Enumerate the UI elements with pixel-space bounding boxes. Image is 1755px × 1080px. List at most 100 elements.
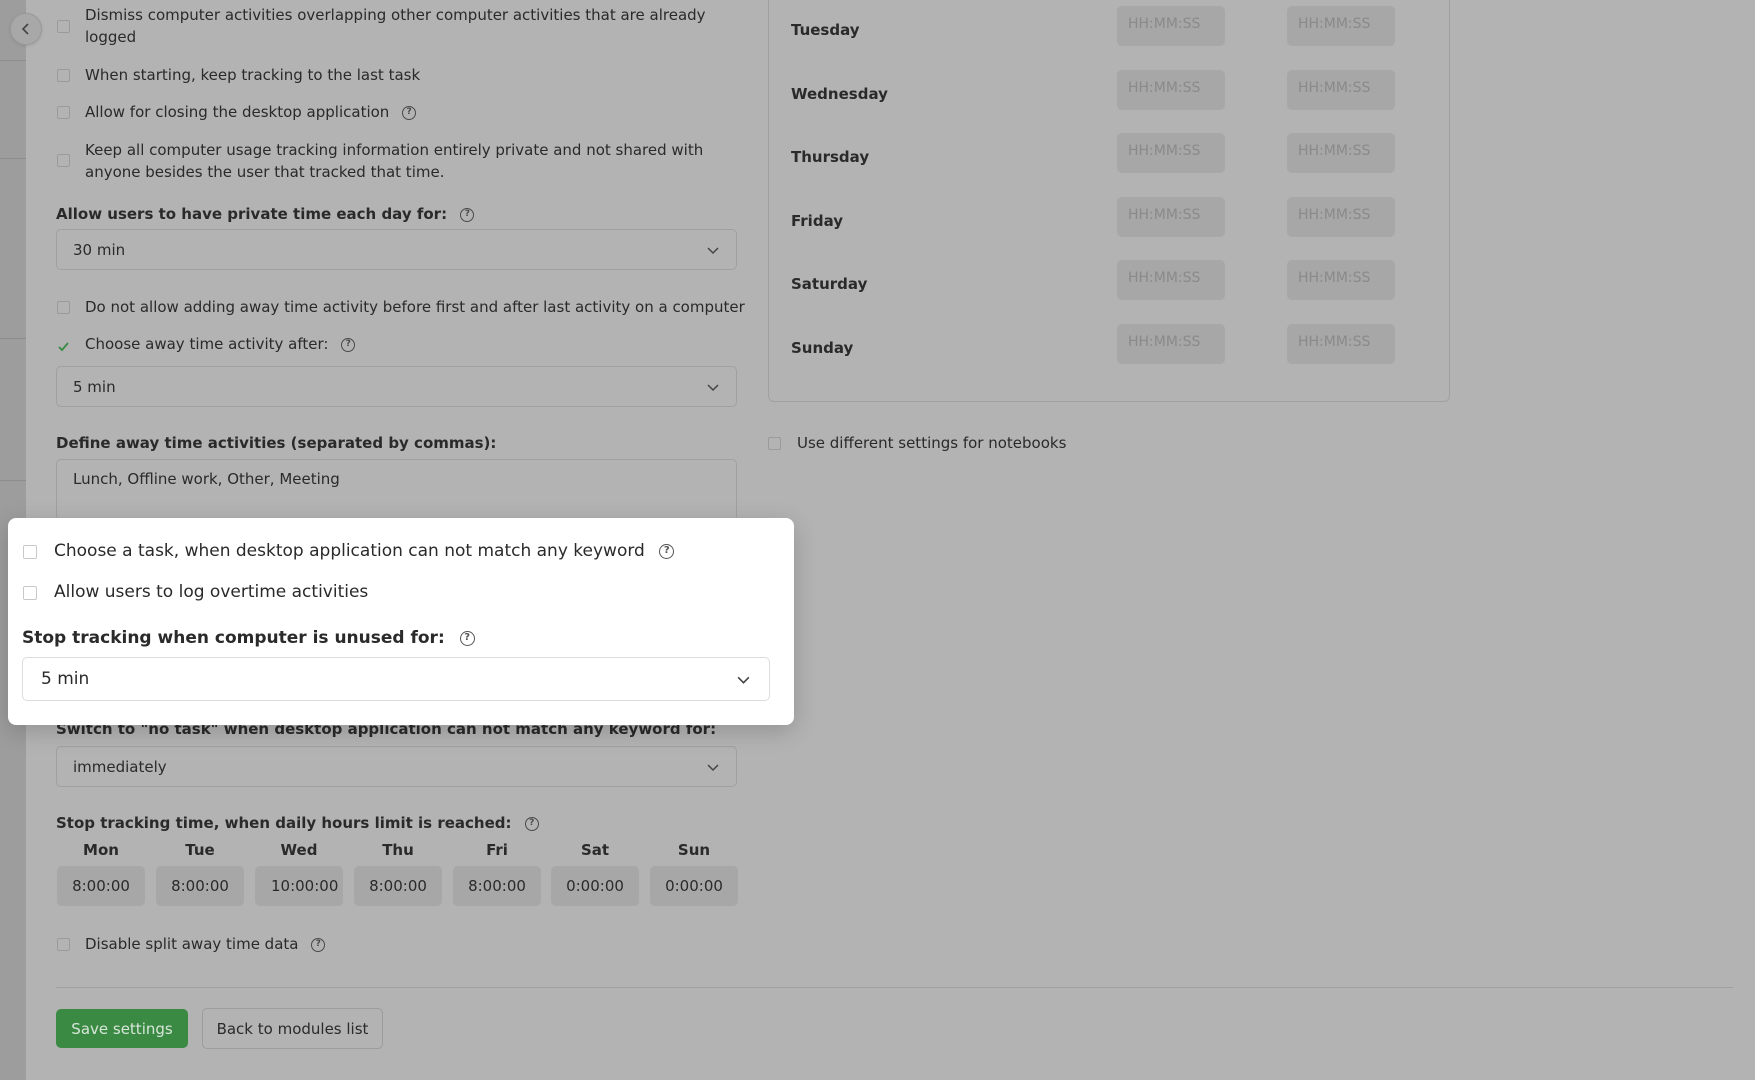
chevron-down-icon xyxy=(707,763,719,771)
start-time-input[interactable]: HH:MM:SS xyxy=(1117,260,1225,300)
help-icon[interactable]: ? xyxy=(524,816,539,831)
footer-divider xyxy=(56,987,1733,988)
daily-limit-input[interactable]: 10:00:00 xyxy=(255,866,343,906)
daily-limit-day: Fri xyxy=(486,841,508,859)
schedule-panel: Tuesday HH:MM:SS HH:MM:SS Wednesday HH:M… xyxy=(768,0,1450,402)
keep-last-task-label: When starting, keep tracking to the last… xyxy=(85,66,421,84)
stop-unused-value: 5 min xyxy=(41,669,90,689)
stop-unused-select[interactable]: 5 min xyxy=(22,657,770,701)
chevron-left-icon xyxy=(21,23,29,35)
end-time-input[interactable]: HH:MM:SS xyxy=(1287,260,1395,300)
end-time-input[interactable]: HH:MM:SS xyxy=(1287,197,1395,237)
no-task-switch-value: immediately xyxy=(73,757,167,776)
stop-unused-label: Stop tracking when computer is unused fo… xyxy=(22,628,445,648)
daily-limit-mon: Mon 8:00:00 xyxy=(57,841,145,906)
choose-task-checkbox[interactable] xyxy=(23,545,37,559)
use-notebooks-checkbox[interactable] xyxy=(768,437,781,450)
daily-limit-day: Wed xyxy=(280,841,318,859)
disable-split-row: Disable split away time data ? xyxy=(85,933,326,955)
help-icon[interactable]: ? xyxy=(311,937,326,952)
day-label: Friday xyxy=(791,212,844,230)
check-icon xyxy=(58,342,69,352)
allow-overtime-label: Allow users to log overtime activities xyxy=(54,582,369,602)
daily-limit-day: Mon xyxy=(83,841,119,859)
no-away-outside-label: Do not allow adding away time activity b… xyxy=(85,298,745,316)
choose-away-after-checkbox[interactable] xyxy=(57,338,70,352)
day-label: Thursday xyxy=(791,148,870,166)
chevron-down-icon xyxy=(707,383,719,391)
disable-split-label: Disable split away time data xyxy=(85,935,299,953)
help-icon[interactable]: ? xyxy=(659,543,675,559)
disable-split-checkbox[interactable] xyxy=(57,938,70,951)
day-label: Sunday xyxy=(791,339,854,357)
daily-limit-input[interactable]: 0:00:00 xyxy=(650,866,738,906)
keep-last-task-checkbox[interactable] xyxy=(57,69,70,82)
end-time-input[interactable]: HH:MM:SS xyxy=(1287,70,1395,110)
choose-task-label: Choose a task, when desktop application … xyxy=(54,541,645,561)
private-time-row: Allow users to have private time each da… xyxy=(56,205,475,223)
daily-limit-day: Thu xyxy=(382,841,414,859)
stop-unused-row: Stop tracking when computer is unused fo… xyxy=(22,628,475,648)
choose-away-after-row: Choose away time activity after: ? xyxy=(85,333,356,355)
away-after-value: 5 min xyxy=(73,377,116,396)
chevron-down-icon xyxy=(707,246,719,254)
start-time-input[interactable]: HH:MM:SS xyxy=(1117,197,1225,237)
daily-limit-sat: Sat 0:00:00 xyxy=(551,841,639,906)
start-time-input[interactable]: HH:MM:SS xyxy=(1117,133,1225,173)
rail-divider xyxy=(0,158,26,159)
daily-limit-wed: Wed 10:00:00 xyxy=(255,841,343,906)
help-icon[interactable]: ? xyxy=(341,337,356,352)
daily-limit-fri: Fri 8:00:00 xyxy=(453,841,541,906)
daily-limit-day: Sat xyxy=(580,841,610,859)
highlighted-settings-card: Choose a task, when desktop application … xyxy=(8,518,794,725)
daily-limit-day: Tue xyxy=(185,841,215,859)
daily-limit-tue: Tue 8:00:00 xyxy=(156,841,244,906)
daily-limit-input[interactable]: 8:00:00 xyxy=(156,866,244,906)
daily-limit-input[interactable]: 8:00:00 xyxy=(57,866,145,906)
help-icon[interactable]: ? xyxy=(459,630,475,646)
settings-page: Dismiss computer activities overlapping … xyxy=(0,0,1755,1080)
help-icon[interactable]: ? xyxy=(402,105,417,120)
day-label: Wednesday xyxy=(791,85,888,103)
back-to-modules-button[interactable]: Back to modules list xyxy=(202,1008,383,1049)
start-time-input[interactable]: HH:MM:SS xyxy=(1117,324,1225,364)
daily-limit-label: Stop tracking time, when daily hours lim… xyxy=(56,814,512,832)
keep-private-label: Keep all computer usage tracking informa… xyxy=(85,141,704,181)
daily-limit-row: Stop tracking time, when daily hours lim… xyxy=(56,814,539,832)
day-label: Saturday xyxy=(791,275,868,293)
no-away-outside-checkbox[interactable] xyxy=(57,301,70,314)
choose-task-row: Choose a task, when desktop application … xyxy=(54,541,675,561)
private-time-select[interactable]: 30 min xyxy=(56,229,737,270)
end-time-input[interactable]: HH:MM:SS xyxy=(1287,6,1395,46)
daily-limit-input[interactable]: 0:00:00 xyxy=(551,866,639,906)
private-time-value: 30 min xyxy=(73,240,126,259)
rail-divider xyxy=(0,338,26,339)
keep-private-checkbox[interactable] xyxy=(57,154,70,167)
daily-limit-input[interactable]: 8:00:00 xyxy=(354,866,442,906)
day-label: Tuesday xyxy=(791,21,860,39)
rail-divider xyxy=(0,480,26,481)
rail-divider xyxy=(0,60,26,61)
start-time-input[interactable]: HH:MM:SS xyxy=(1117,70,1225,110)
collapse-sidebar-button[interactable] xyxy=(10,13,42,45)
save-settings-button[interactable]: Save settings xyxy=(56,1009,188,1048)
away-after-select[interactable]: 5 min xyxy=(56,366,737,407)
away-activities-textarea[interactable]: Lunch, Offline work, Other, Meeting xyxy=(56,459,737,521)
allow-closing-row: Allow for closing the desktop applicatio… xyxy=(85,101,417,123)
daily-limit-day: Sun xyxy=(677,841,711,859)
dismiss-overlapping-checkbox[interactable] xyxy=(57,20,70,33)
allow-overtime-checkbox[interactable] xyxy=(23,586,37,600)
end-time-input[interactable]: HH:MM:SS xyxy=(1287,324,1395,364)
help-icon[interactable]: ? xyxy=(460,207,475,222)
end-time-input[interactable]: HH:MM:SS xyxy=(1287,133,1395,173)
chevron-down-icon xyxy=(737,676,750,684)
private-time-label: Allow users to have private time each da… xyxy=(56,205,448,223)
allow-closing-checkbox[interactable] xyxy=(57,106,70,119)
daily-limit-input[interactable]: 8:00:00 xyxy=(453,866,541,906)
away-activities-label: Define away time activities (separated b… xyxy=(56,434,497,452)
allow-closing-label: Allow for closing the desktop applicatio… xyxy=(85,103,390,121)
start-time-input[interactable]: HH:MM:SS xyxy=(1117,6,1225,46)
daily-limit-sun: Sun 0:00:00 xyxy=(650,841,738,906)
no-task-switch-select[interactable]: immediately xyxy=(56,746,737,787)
use-notebooks-label: Use different settings for notebooks xyxy=(797,434,1067,452)
